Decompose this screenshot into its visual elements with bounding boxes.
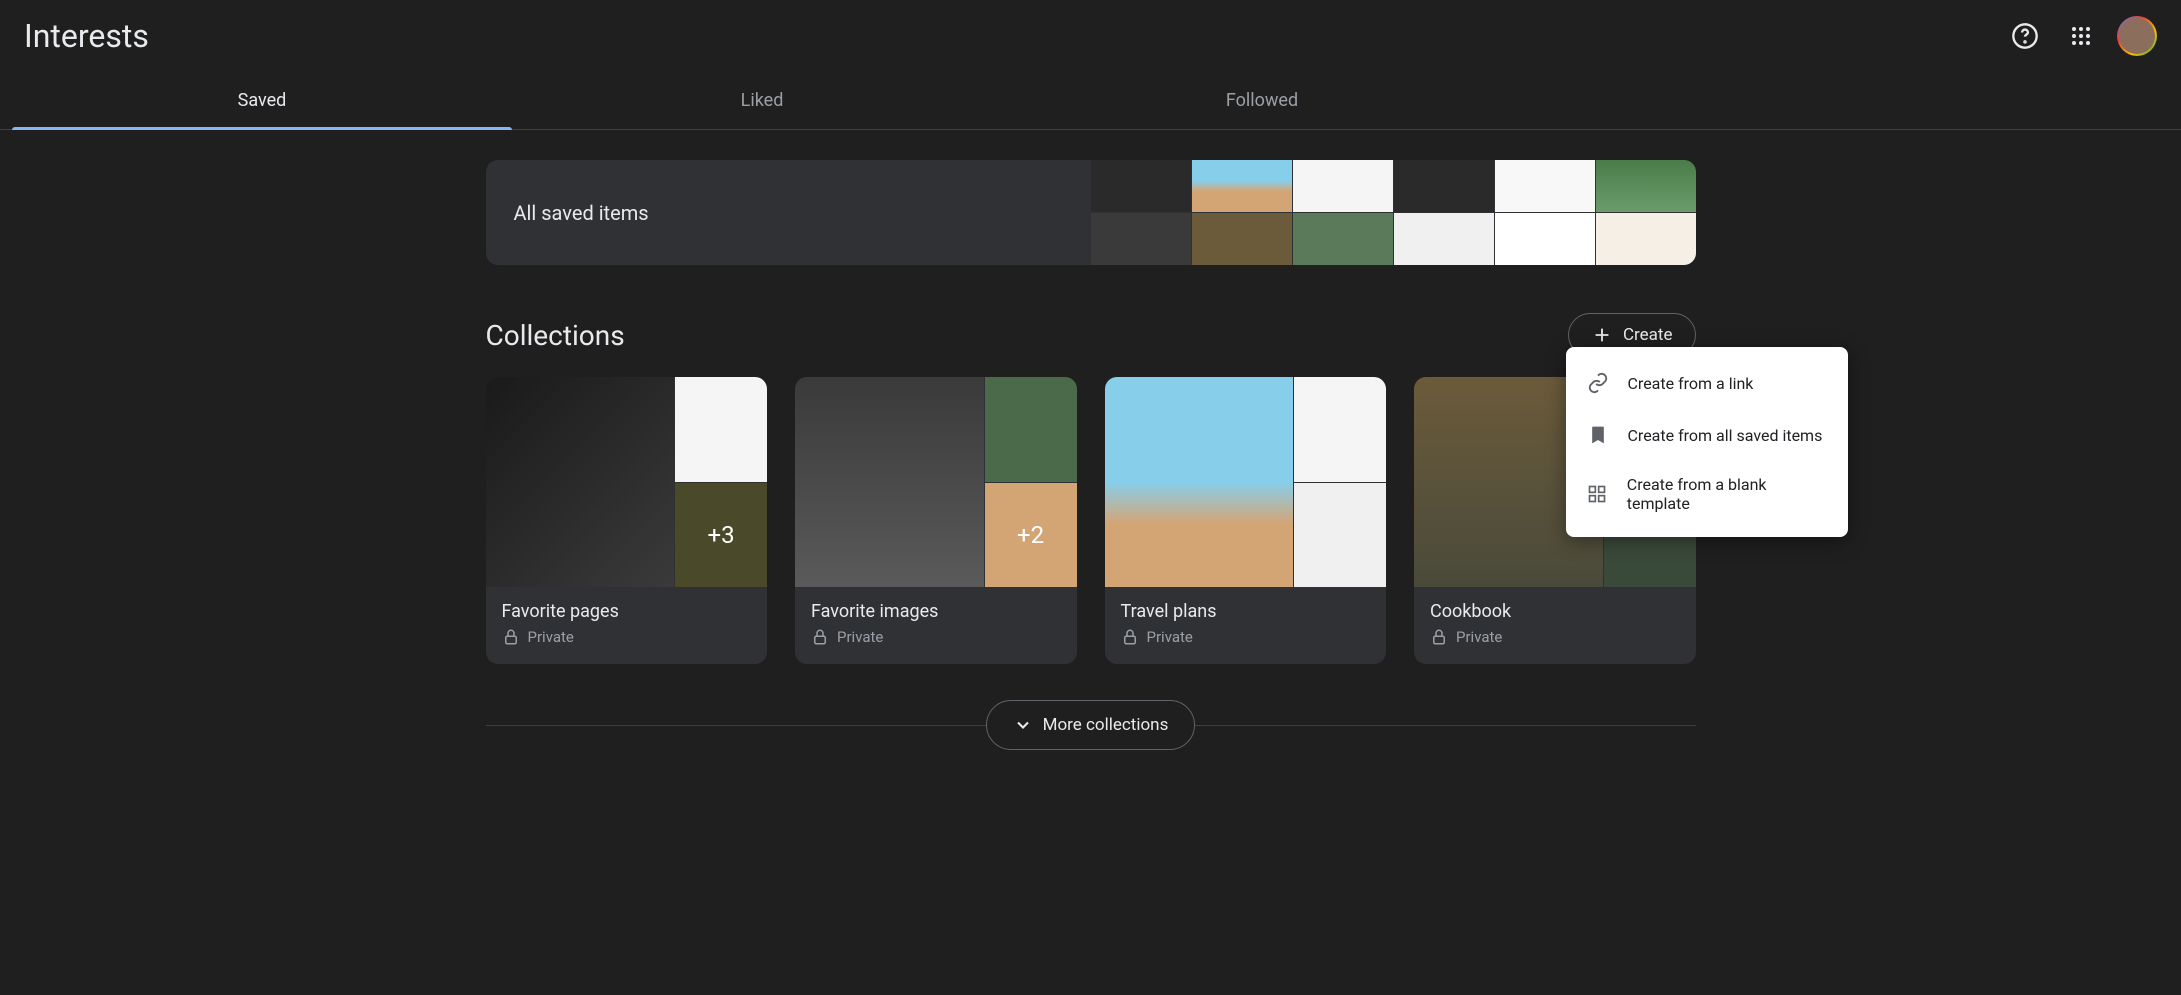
menu-item-label: Create from a link: [1628, 374, 1754, 393]
help-icon[interactable]: [2005, 16, 2045, 56]
dashboard-icon: [1586, 482, 1609, 506]
overflow-count: +2: [1017, 521, 1044, 549]
more-button-label: More collections: [1043, 715, 1169, 735]
privacy-label: Private: [1147, 628, 1193, 646]
create-from-link[interactable]: Create from a link: [1566, 357, 1848, 409]
collection-title: Cookbook: [1430, 601, 1680, 622]
link-icon: [1586, 371, 1610, 395]
more-collections-button[interactable]: More collections: [986, 700, 1196, 750]
tab-saved[interactable]: Saved: [12, 72, 512, 129]
collection-title: Favorite images: [811, 601, 1061, 622]
create-button-label: Create: [1623, 325, 1673, 345]
create-dropdown-menu: Create from a link Create from all saved…: [1566, 347, 1848, 537]
all-saved-thumbnails: [1091, 160, 1696, 265]
collections-heading: Collections: [486, 319, 625, 352]
menu-item-label: Create from a blank template: [1627, 475, 1828, 513]
collection-title: Travel plans: [1121, 601, 1371, 622]
tab-followed[interactable]: Followed: [1012, 72, 1512, 129]
privacy-label: Private: [1456, 628, 1502, 646]
create-from-saved[interactable]: Create from all saved items: [1566, 409, 1848, 461]
lock-icon: [502, 628, 520, 646]
create-from-blank[interactable]: Create from a blank template: [1566, 461, 1848, 527]
lock-icon: [1121, 628, 1139, 646]
bookmark-icon: [1586, 423, 1610, 447]
tab-liked[interactable]: Liked: [512, 72, 1012, 129]
main-tabs: Saved Liked Followed: [0, 72, 2181, 130]
menu-item-label: Create from all saved items: [1628, 426, 1823, 445]
chevron-down-icon: [1013, 715, 1033, 735]
collection-card-travel-plans[interactable]: Travel plans Private: [1105, 377, 1387, 664]
privacy-label: Private: [528, 628, 574, 646]
apps-grid-icon[interactable]: [2061, 16, 2101, 56]
avatar[interactable]: [2117, 16, 2157, 56]
page-title: Interests: [24, 17, 149, 55]
collection-title: Favorite pages: [502, 601, 752, 622]
lock-icon: [811, 628, 829, 646]
plus-icon: [1591, 324, 1613, 346]
header-actions: [2005, 16, 2157, 56]
collection-card-favorite-pages[interactable]: +3 Favorite pages Private: [486, 377, 768, 664]
all-saved-label: All saved items: [486, 201, 1091, 225]
all-saved-items-card[interactable]: All saved items: [486, 160, 1696, 265]
overflow-count: +3: [707, 521, 734, 549]
lock-icon: [1430, 628, 1448, 646]
collection-card-favorite-images[interactable]: +2 Favorite images Private: [795, 377, 1077, 664]
privacy-label: Private: [837, 628, 883, 646]
